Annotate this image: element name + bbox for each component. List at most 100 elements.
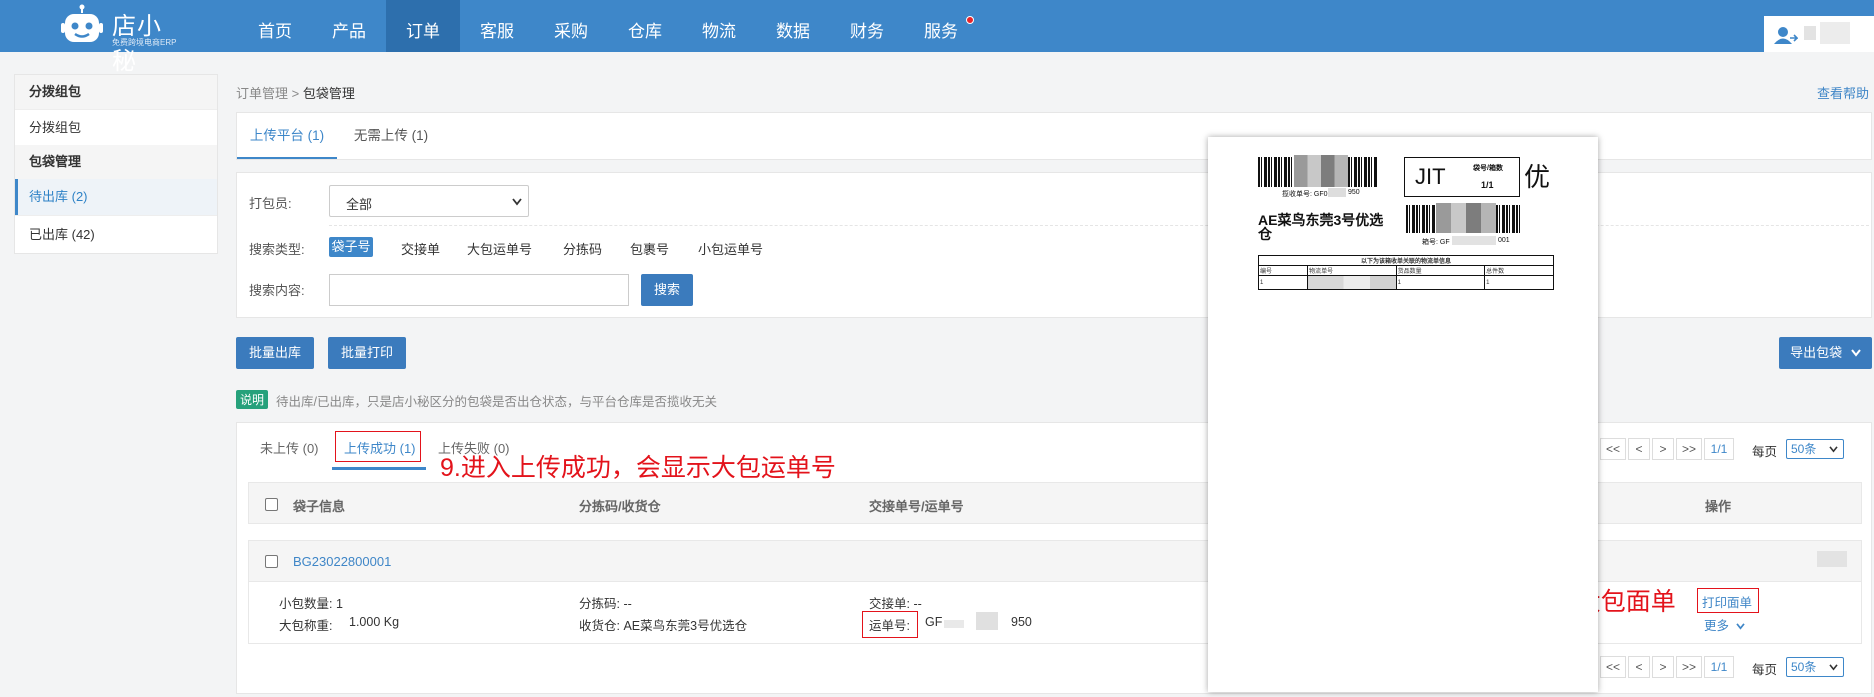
label-td-waybill — [1307, 275, 1397, 290]
collect-no-suffix: 950 — [1348, 189, 1360, 196]
search-input[interactable] — [329, 274, 629, 306]
bulk-print-button[interactable]: 批量打印 — [328, 337, 406, 369]
bag-number-link[interactable]: BG23022800001 — [293, 554, 391, 569]
app-logo[interactable]: 店小秘 免费跨境电商ERP — [60, 4, 184, 75]
tab-not-uploaded[interactable]: 未上传 (0) — [260, 438, 319, 457]
nav-data[interactable]: 数据 — [756, 0, 830, 52]
search-type-sort-code[interactable]: 分拣码 — [563, 239, 602, 258]
notification-dot — [966, 16, 974, 24]
nav-purchase[interactable]: 采购 — [534, 0, 608, 52]
page-next[interactable]: > — [1652, 656, 1674, 678]
th-sort-code: 分拣码/收货仓 — [579, 499, 661, 514]
packer-select[interactable]: 全部 — [329, 185, 529, 217]
barcode-2b — [1496, 205, 1522, 233]
help-link[interactable]: 查看帮助 — [1817, 83, 1869, 102]
barcode-1a — [1258, 157, 1294, 187]
small-package-qty: 小包数量: 1 — [279, 597, 343, 611]
per-page-value: 50条 — [1791, 442, 1817, 456]
nav-order[interactable]: 订单 — [386, 0, 460, 52]
table-row-head: BG23022800001 — [248, 540, 1862, 582]
th-bag-info: 袋子信息 — [293, 499, 346, 514]
page-prev[interactable]: < — [1628, 438, 1650, 460]
search-type-package-no[interactable]: 包裹号 — [630, 239, 669, 258]
nav-product[interactable]: 产品 — [312, 0, 386, 52]
barcode-1b — [1348, 157, 1378, 187]
chevron-down-icon — [1735, 623, 1745, 630]
user-icon — [1774, 27, 1798, 44]
handover-value: 交接单: -- — [869, 597, 922, 611]
collect-no-blur — [1328, 188, 1346, 197]
print-label-link[interactable]: 打印面单 — [1702, 592, 1752, 611]
page-prev[interactable]: < — [1628, 656, 1650, 678]
breadcrumb-sep: > — [291, 86, 300, 101]
page-indicator: 1/1 — [1704, 438, 1734, 460]
sidebar-group-title-bags: 包袋管理 — [15, 145, 217, 179]
sidebar-item-shipped[interactable]: 已出库 (42) — [15, 215, 217, 253]
search-type-bag-no[interactable]: 袋子号 — [329, 237, 373, 257]
search-type-small-waybill[interactable]: 小包运单号 — [698, 239, 763, 258]
tab-upload-platform[interactable]: 上传平台 (1) — [237, 113, 337, 159]
th-actions: 操作 — [1705, 499, 1732, 514]
breadcrumb-parent[interactable]: 订单管理 — [236, 86, 288, 101]
collect-no-prefix: 揽收单号: GF0 — [1282, 191, 1328, 198]
chevron-down-icon — [1829, 446, 1838, 453]
more-label: 更多 — [1704, 619, 1730, 633]
sidebar-item-pending[interactable]: 待出库 (2) — [15, 179, 217, 215]
export-bags-label: 导出包袋 — [1790, 345, 1843, 360]
nav-logistics[interactable]: 物流 — [682, 0, 756, 52]
barcode-2a — [1406, 205, 1436, 233]
sidebar-item-dispatch[interactable]: 分拨组包 — [15, 109, 217, 145]
page-last[interactable]: >> — [1676, 656, 1702, 678]
pagination-bottom: << < > >> 1/1 每页 50条 — [1600, 656, 1872, 680]
nav-home[interactable]: 首页 — [238, 0, 312, 52]
page-first[interactable]: << — [1600, 656, 1626, 678]
waybill-prefix: GF — [925, 615, 943, 629]
page-next[interactable]: > — [1652, 438, 1674, 460]
per-page-select[interactable]: 50条 — [1786, 657, 1844, 677]
username-blur — [1804, 26, 1816, 40]
bulk-out-button[interactable]: 批量出库 — [236, 337, 314, 369]
print-preview: 揽收单号: GF0 950 JIT 袋号/箱数 1/1 优 AE菜鸟东莞3号优选… — [1208, 137, 1598, 692]
app-slogan: 免费跨境电商ERP — [112, 38, 177, 47]
export-bags-button[interactable]: 导出包袋 — [1779, 337, 1872, 369]
nav-services[interactable]: 服务 — [904, 0, 978, 52]
chevron-down-icon — [1851, 349, 1861, 357]
nav-warehouse[interactable]: 仓库 — [608, 0, 682, 52]
per-page-value: 50条 — [1791, 660, 1817, 674]
bag-no-prefix: 箱号: GF — [1422, 239, 1450, 246]
row-checkbox[interactable] — [265, 555, 278, 568]
search-button[interactable]: 搜索 — [641, 274, 693, 306]
label-table: 以下为该箱收单关联的物流单信息 编号 物流单号 货品数量 总件数 1 1 1 — [1257, 255, 1554, 290]
big-bag-weight-label: 大包称重: — [279, 619, 333, 633]
table-row-body: 小包数量: 1 大包称重: 1.000 Kg 分拣码: -- 收货仓: AE菜鸟… — [248, 582, 1862, 644]
per-page-select[interactable]: 50条 — [1786, 439, 1844, 459]
search-type-big-waybill[interactable]: 大包运单号 — [467, 239, 532, 258]
page-first[interactable]: << — [1600, 438, 1626, 460]
label-td-no: 1 — [1257, 275, 1309, 290]
bag-no-blur — [1452, 236, 1496, 245]
you-mark: 优 — [1524, 162, 1551, 192]
chevron-down-icon — [512, 198, 522, 206]
big-bag-weight-value: 1.000 Kg — [349, 615, 400, 629]
label-th-total: 总件数 — [1484, 265, 1554, 276]
search-content-label: 搜索内容: — [249, 283, 305, 298]
notice-badge: 说明 — [236, 390, 269, 409]
nav-service[interactable]: 客服 — [460, 0, 534, 52]
username-blur-2 — [1820, 22, 1850, 44]
jit-box: JIT 袋号/箱数 1/1 — [1404, 157, 1520, 197]
label-table-title: 以下为该箱收单关联的物流单信息 — [1258, 255, 1554, 266]
sidebar-group-title: 分拨组包 — [15, 75, 217, 109]
tab-upload-success[interactable]: 上传成功 (1) — [344, 438, 416, 457]
barcode-mosaic-1 — [1294, 155, 1348, 187]
barcode-mosaic-2 — [1436, 203, 1496, 233]
page-last[interactable]: >> — [1676, 438, 1702, 460]
filter-divider — [329, 225, 1869, 226]
nav-finance[interactable]: 财务 — [830, 0, 904, 52]
row-blur — [1817, 551, 1847, 567]
more-menu[interactable]: 更多 — [1704, 615, 1745, 634]
top-tabs: 上传平台 (1) 无需上传 (1) — [236, 112, 1872, 160]
search-type-handover[interactable]: 交接单 — [401, 239, 440, 258]
tab-no-upload[interactable]: 无需上传 (1) — [337, 113, 445, 159]
select-all-checkbox[interactable] — [265, 498, 278, 511]
user-menu[interactable] — [1764, 16, 1874, 52]
